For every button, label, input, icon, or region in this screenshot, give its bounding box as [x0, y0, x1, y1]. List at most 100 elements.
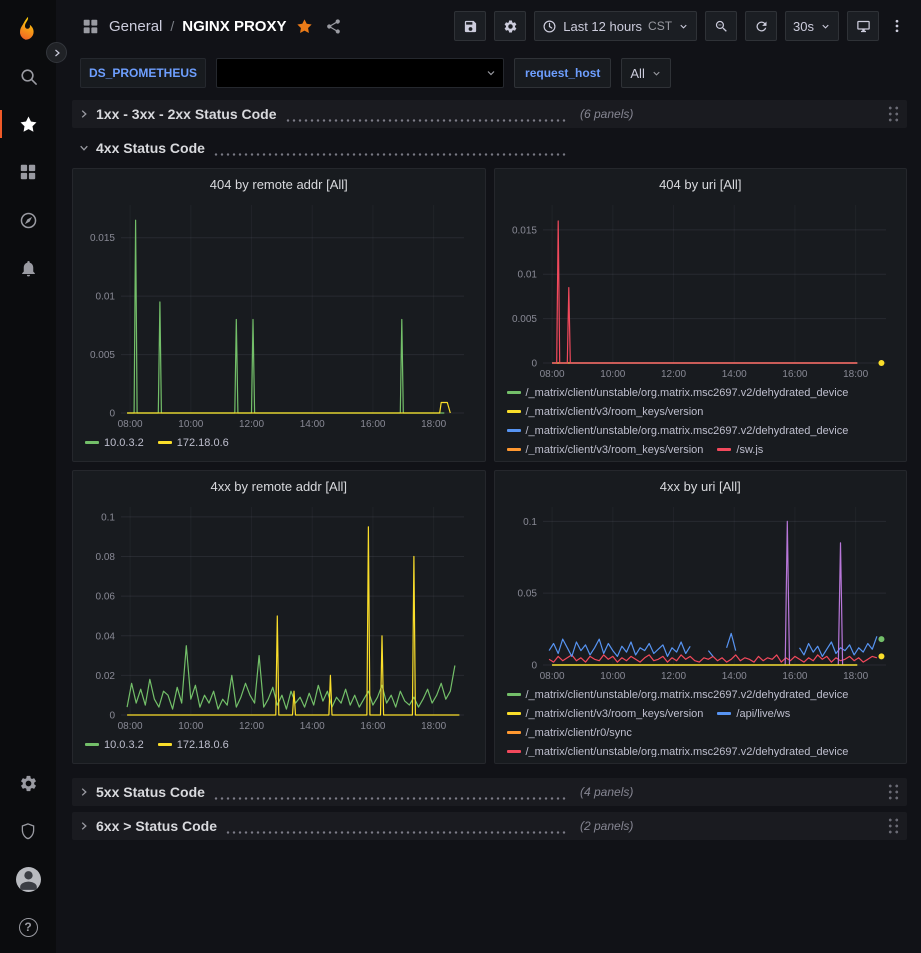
svg-text:08:00: 08:00: [539, 369, 564, 380]
dashboard-canvas: 1xx - 3xx - 2xx Status Code (6 panels) 4…: [56, 94, 921, 953]
sidebar-item-server-admin[interactable]: [6, 807, 50, 855]
request-host-variable-label[interactable]: request_host: [514, 58, 611, 88]
grafana-app: ? General / NGINX PROXY: [0, 0, 921, 953]
panel-grid: 404 by remote addr [All] 00.0050.010.015…: [72, 168, 907, 764]
breadcrumb-separator: /: [170, 18, 174, 34]
row-title-group: 4xx Status Code: [96, 140, 574, 156]
row-1xx-3xx-2xx[interactable]: 1xx - 3xx - 2xx Status Code (6 panels): [72, 100, 907, 128]
legend-item[interactable]: /api/live/ws: [717, 704, 790, 723]
legend-label: /_matrix/client/v3/room_keys/version: [526, 444, 704, 456]
sidebar-item-starred[interactable]: [6, 100, 50, 148]
svg-text:14:00: 14:00: [300, 419, 325, 430]
save-dashboard-button[interactable]: [454, 11, 486, 41]
row-5xx[interactable]: 5xx Status Code (4 panels): [72, 778, 907, 806]
legend-item[interactable]: 10.0.3.2: [85, 735, 144, 754]
panel-legend: /_matrix/client/unstable/org.matrix.msc2…: [503, 685, 899, 757]
legend-swatch: [507, 712, 521, 715]
time-range-picker[interactable]: Last 12 hours CST: [534, 11, 697, 41]
cycle-view-mode-button[interactable]: [847, 11, 879, 41]
chart-404-by-uri[interactable]: 00.0050.010.01508:0010:0012:0014:0016:00…: [503, 197, 900, 383]
panel-title[interactable]: 404 by uri [All]: [503, 173, 899, 197]
legend-item[interactable]: 172.18.0.6: [158, 433, 229, 452]
row-4xx[interactable]: 4xx Status Code: [72, 134, 907, 162]
legend-label: /api/live/ws: [736, 708, 790, 720]
panel-title[interactable]: 4xx by uri [All]: [503, 475, 899, 499]
more-options-kebab[interactable]: [887, 16, 907, 36]
svg-text:0: 0: [531, 661, 537, 672]
share-dashboard-button[interactable]: [323, 16, 344, 37]
row-drag-handle[interactable]: [887, 105, 900, 123]
row-drag-handle[interactable]: [887, 817, 900, 835]
legend-item[interactable]: 172.18.0.6: [158, 735, 229, 754]
sidebar-item-explore[interactable]: [6, 196, 50, 244]
dashboard-settings-button[interactable]: [494, 11, 526, 41]
row-title-group: 1xx - 3xx - 2xx Status Code: [96, 106, 574, 122]
svg-text:0.005: 0.005: [511, 314, 536, 325]
legend-item[interactable]: 10.0.3.2: [85, 433, 144, 452]
chart-4xx-by-remote-addr[interactable]: 00.020.040.060.080.108:0010:0012:0014:00…: [81, 499, 478, 735]
datasource-variable-select[interactable]: [216, 58, 504, 88]
chevron-down-icon: [78, 142, 90, 154]
legend-swatch: [158, 743, 172, 746]
breadcrumb-title[interactable]: NGINX PROXY: [182, 18, 286, 35]
row-title-group: 5xx Status Code: [96, 784, 574, 800]
favorite-star-button[interactable]: [294, 16, 315, 37]
sidebar-item-alerting[interactable]: [6, 244, 50, 292]
search-icon: [19, 67, 38, 86]
sidebar-expand-button[interactable]: [46, 42, 67, 63]
row-6xx[interactable]: 6xx > Status Code (2 panels): [72, 812, 907, 840]
request-host-variable-select[interactable]: All: [621, 58, 670, 88]
legend-item[interactable]: /_matrix/client/unstable/org.matrix.msc2…: [507, 421, 849, 440]
row-leader-dots: [285, 119, 566, 122]
svg-text:14:00: 14:00: [300, 721, 325, 732]
legend-item[interactable]: /_matrix/client/unstable/org.matrix.msc2…: [507, 742, 849, 757]
row-panel-count: (4 panels): [580, 785, 633, 799]
chevron-down-icon: [651, 68, 662, 79]
svg-text:10:00: 10:00: [178, 419, 203, 430]
legend-item[interactable]: /_matrix/client/v3/room_keys/version: [507, 440, 704, 455]
sidebar-item-profile[interactable]: [6, 855, 50, 903]
legend-swatch: [158, 441, 172, 444]
svg-text:18:00: 18:00: [843, 671, 868, 682]
legend-item[interactable]: /_matrix/client/unstable/org.matrix.msc2…: [507, 383, 849, 402]
chevron-down-icon: [678, 21, 689, 32]
refresh-interval-dropdown[interactable]: 30s: [785, 11, 839, 41]
sidebar-item-search[interactable]: [6, 52, 50, 100]
breadcrumb: General / NGINX PROXY: [109, 18, 286, 35]
zoom-out-icon: [714, 19, 729, 34]
svg-text:16:00: 16:00: [360, 419, 385, 430]
svg-text:14:00: 14:00: [721, 671, 746, 682]
row-panel-count: (6 panels): [580, 107, 633, 121]
help-icon: ?: [19, 918, 38, 937]
legend-item[interactable]: /_matrix/client/unstable/org.matrix.msc2…: [507, 685, 849, 704]
refresh-dashboard-button[interactable]: [745, 11, 777, 41]
svg-text:0.05: 0.05: [517, 589, 537, 600]
chart-4xx-by-uri[interactable]: 00.050.108:0010:0012:0014:0016:0018:00: [503, 499, 900, 685]
panel-title[interactable]: 4xx by remote addr [All]: [81, 475, 477, 499]
bell-icon: [19, 259, 38, 278]
row-drag-handle[interactable]: [887, 783, 900, 801]
legend-item[interactable]: /_matrix/client/v3/room_keys/version: [507, 704, 704, 723]
dashboard-variables-bar: DS_PROMETHEUS request_host All: [56, 52, 921, 94]
clock-icon: [542, 19, 557, 34]
legend-item[interactable]: /sw.js: [717, 440, 763, 455]
zoom-out-time-button[interactable]: [705, 11, 737, 41]
legend-item[interactable]: /_matrix/client/v3/room_keys/version: [507, 402, 704, 421]
panel-4xx-by-remote-addr: 4xx by remote addr [All] 00.020.040.060.…: [72, 470, 486, 764]
chevron-right-icon: [78, 820, 90, 832]
dashboards-grid-icon: [19, 163, 37, 181]
svg-text:16:00: 16:00: [782, 671, 807, 682]
sidebar-item-dashboards[interactable]: [6, 148, 50, 196]
legend-label: 172.18.0.6: [177, 437, 229, 449]
breadcrumb-section[interactable]: General: [109, 18, 162, 35]
svg-text:12:00: 12:00: [239, 721, 264, 732]
sidebar-item-help[interactable]: ?: [6, 903, 50, 951]
panel-title[interactable]: 404 by remote addr [All]: [81, 173, 477, 197]
grafana-logo[interactable]: [6, 6, 50, 52]
svg-text:18:00: 18:00: [421, 419, 446, 430]
datasource-variable-label[interactable]: DS_PROMETHEUS: [80, 58, 206, 88]
legend-item[interactable]: /_matrix/client/r0/sync: [507, 723, 632, 742]
chart-404-by-remote-addr[interactable]: 00.0050.010.01508:0010:0012:0014:0016:00…: [81, 197, 478, 433]
svg-text:0.1: 0.1: [523, 517, 537, 528]
sidebar-item-configuration[interactable]: [6, 759, 50, 807]
